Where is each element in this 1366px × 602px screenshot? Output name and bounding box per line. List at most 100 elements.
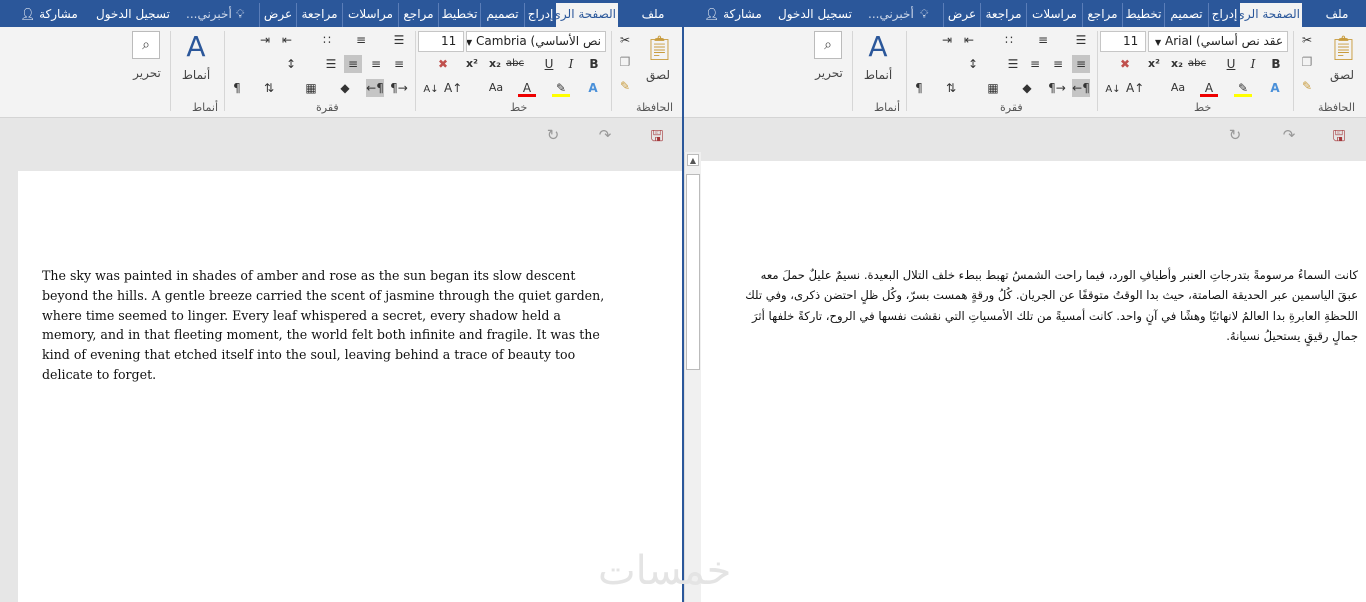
strikethrough-icon[interactable]: abc [506,55,524,73]
tab-home[interactable]: الصفحة الرئ [552,3,618,27]
decrease-indent-icon[interactable]: ⇤ [278,31,296,49]
show-formatting-icon[interactable]: ¶ [910,79,928,97]
undo-icon[interactable]: ↷ [1280,126,1298,144]
tab-design[interactable]: تصميم [1164,3,1208,27]
shrink-font-icon[interactable]: A↓ [1104,81,1122,99]
document-body-text[interactable]: The sky was painted in shades of amber a… [42,266,616,385]
redo-icon[interactable]: ↻ [544,126,562,144]
numbering-icon[interactable]: ≡ [1034,31,1052,49]
format-painter-icon[interactable]: ✎ [616,77,634,95]
line-spacing-icon[interactable]: ↕ [964,55,982,73]
italic-icon[interactable]: I [1244,55,1262,73]
underline-icon[interactable]: U [540,55,558,73]
tell-me-search[interactable]: أخبرني... [868,3,914,25]
align-left-icon[interactable]: ≡ [344,55,362,73]
text-effects-icon[interactable]: A [1266,79,1284,97]
format-painter-icon[interactable]: ✎ [1298,77,1316,95]
tab-review[interactable]: مراجعة [296,3,342,27]
document-page[interactable] [701,161,1366,602]
search-icon[interactable]: ⌕ [814,31,842,59]
text-effects-icon[interactable]: A [584,79,602,97]
highlight-icon[interactable]: ✎ [1234,79,1252,97]
italic-icon[interactable]: I [562,55,580,73]
line-spacing-icon[interactable]: ↕ [282,55,300,73]
borders-icon[interactable]: ▦ [984,79,1002,97]
document-body-text[interactable]: كانت السماءُ مرسومةً بتدرجاتِ العنبر وأط… [740,265,1358,347]
highlight-icon[interactable]: ✎ [552,79,570,97]
editing-button[interactable]: تحرير [812,65,846,81]
tab-references[interactable]: مراجع [1082,3,1122,27]
multilevel-list-icon[interactable]: ∷ [318,31,336,49]
show-formatting-icon[interactable]: ¶ [228,79,246,97]
change-case-icon[interactable]: Aa [484,79,508,97]
tab-view[interactable]: عرض [943,3,980,27]
font-color-icon[interactable]: A [518,79,536,97]
paste-icon[interactable]: 📋︎ [644,33,674,63]
scrollbar-thumb[interactable] [686,174,700,370]
justify-icon[interactable]: ☰ [1004,55,1022,73]
ltr-direction-icon[interactable]: ¶→ [390,79,408,97]
save-icon[interactable]: 🖫︎ [1330,126,1348,151]
cut-icon[interactable]: ✂ [616,31,634,49]
change-case-icon[interactable]: Aa [1166,79,1190,97]
shrink-font-icon[interactable]: A↓ [422,81,440,99]
tab-layout[interactable]: تخطيط [438,3,480,27]
increase-indent-icon[interactable]: ⇥ [256,31,274,49]
styles-button[interactable]: أنماط [178,67,214,83]
rtl-direction-icon[interactable]: ←¶ [1072,79,1090,97]
shading-icon[interactable]: ◆ [336,79,354,97]
copy-icon[interactable]: ❐ [1298,53,1316,71]
cut-icon[interactable]: ✂ [1298,31,1316,49]
share-button[interactable]: مشاركة 👤︎ [704,3,762,25]
grow-font-icon[interactable]: A↑ [444,79,462,97]
center-icon[interactable]: ≡ [367,55,385,73]
undo-icon[interactable]: ↷ [596,126,614,144]
grow-font-icon[interactable]: A↑ [1126,79,1144,97]
underline-icon[interactable]: U [1222,55,1240,73]
tell-me-search[interactable]: أخبرني... [186,3,232,25]
borders-icon[interactable]: ▦ [302,79,320,97]
editing-button[interactable]: تحرير [130,65,164,81]
clear-formatting-icon[interactable]: ✖ [1116,55,1134,73]
tab-file[interactable]: ملف [1322,3,1352,27]
clear-formatting-icon[interactable]: ✖ [434,55,452,73]
tab-layout[interactable]: تخطيط [1122,3,1164,27]
tab-mailings[interactable]: مراسلات [1026,3,1082,27]
font-name-combo[interactable]: عقد نص أساسي) Arial ▼ [1148,31,1288,52]
tab-review[interactable]: مراجعة [980,3,1026,27]
styles-icon[interactable]: A [180,31,212,63]
multilevel-list-icon[interactable]: ∷ [1000,31,1018,49]
subscript-icon[interactable]: x₂ [1168,55,1186,73]
vertical-scrollbar[interactable]: ▲ [684,152,701,602]
align-right-icon[interactable]: ≡ [390,55,408,73]
bullets-icon[interactable]: ☰ [1072,31,1090,49]
decrease-indent-icon[interactable]: ⇤ [960,31,978,49]
paste-button[interactable]: لصق [644,67,672,83]
tab-file[interactable]: ملف [638,3,668,27]
tab-references[interactable]: مراجع [398,3,438,27]
search-icon[interactable]: ⌕ [132,31,160,59]
tab-insert[interactable]: إدراج [1208,3,1240,27]
align-left-icon[interactable]: ≡ [1026,55,1044,73]
bullets-icon[interactable]: ☰ [390,31,408,49]
bold-icon[interactable]: B [585,55,603,73]
sort-icon[interactable]: ⇅ [260,79,278,97]
font-color-icon[interactable]: A [1200,79,1218,97]
font-size-combo[interactable]: 11 [418,31,464,52]
redo-icon[interactable]: ↻ [1226,126,1244,144]
tab-design[interactable]: تصميم [480,3,524,27]
sign-in-link[interactable]: تسجيل الدخول [96,3,170,25]
tab-view[interactable]: عرض [259,3,296,27]
copy-icon[interactable]: ❐ [616,53,634,71]
align-right-icon[interactable]: ≡ [1072,55,1090,73]
scroll-up-icon[interactable]: ▲ [687,154,699,166]
superscript-icon[interactable]: x² [463,55,481,73]
increase-indent-icon[interactable]: ⇥ [938,31,956,49]
rtl-direction-icon[interactable]: ←¶ [366,79,384,97]
save-icon[interactable]: 🖫︎ [648,126,666,151]
tab-mailings[interactable]: مراسلات [342,3,398,27]
subscript-icon[interactable]: x₂ [486,55,504,73]
sort-icon[interactable]: ⇅ [942,79,960,97]
center-icon[interactable]: ≡ [1049,55,1067,73]
paste-icon[interactable]: 📋︎ [1328,33,1358,63]
